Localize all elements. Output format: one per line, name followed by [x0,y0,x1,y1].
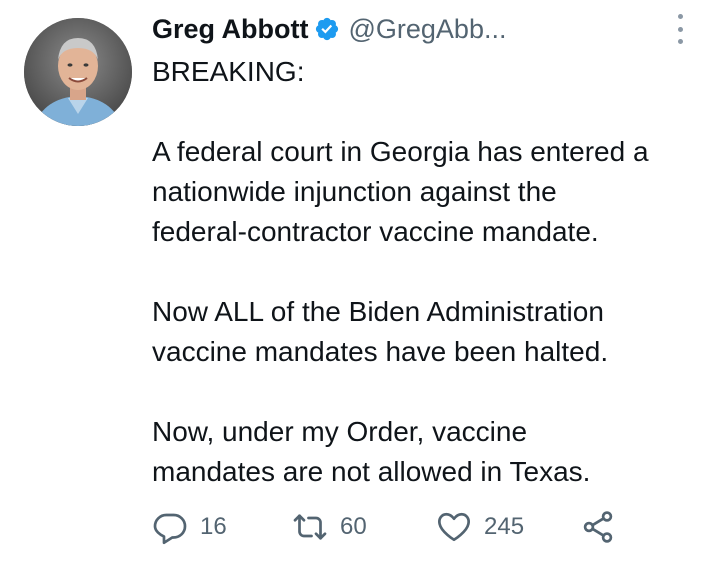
tweet-text: BREAKING: A federal court in Georgia has… [152,52,707,492]
share-button[interactable] [580,505,616,549]
like-count: 245 [484,513,525,540]
tweet-card: Greg Abbott @GregAbb... BREAKING: A fede… [0,0,720,561]
tweet-line: nationwide injunction against the [152,176,557,207]
retweet-count: 60 [340,513,367,540]
author-handle[interactable]: @GregAbb... [348,14,506,45]
tweet-line: Now ALL of the Biden Administration [152,296,604,327]
tweet-line: BREAKING: [152,56,305,87]
retweet-icon [293,514,327,540]
tweet-line: Now, under my Order, vaccine [152,416,528,447]
retweet-button[interactable]: 60 [292,505,367,549]
more-options-icon[interactable] [672,14,688,44]
tweet-header: Greg Abbott @GregAbb... [152,12,506,46]
tweet-actions: 16 60 245 [152,505,632,549]
share-icon [583,511,613,543]
reply-icon [153,513,187,545]
profile-photo [24,18,132,126]
tweet-line: vaccine mandates have been halted. [152,336,609,367]
author-name[interactable]: Greg Abbott [152,14,308,45]
tweet-line: mandates are not allowed in Texas. [152,456,591,487]
reply-button[interactable]: 16 [152,505,227,549]
verified-badge-icon [316,17,339,41]
heart-icon [438,512,470,542]
like-button[interactable]: 245 [436,505,524,549]
tweet-line: federal-contractor vaccine mandate. [152,216,599,247]
tweet-line: A federal court in Georgia has entered a [152,136,649,167]
reply-count: 16 [200,513,227,540]
avatar[interactable] [24,18,132,126]
